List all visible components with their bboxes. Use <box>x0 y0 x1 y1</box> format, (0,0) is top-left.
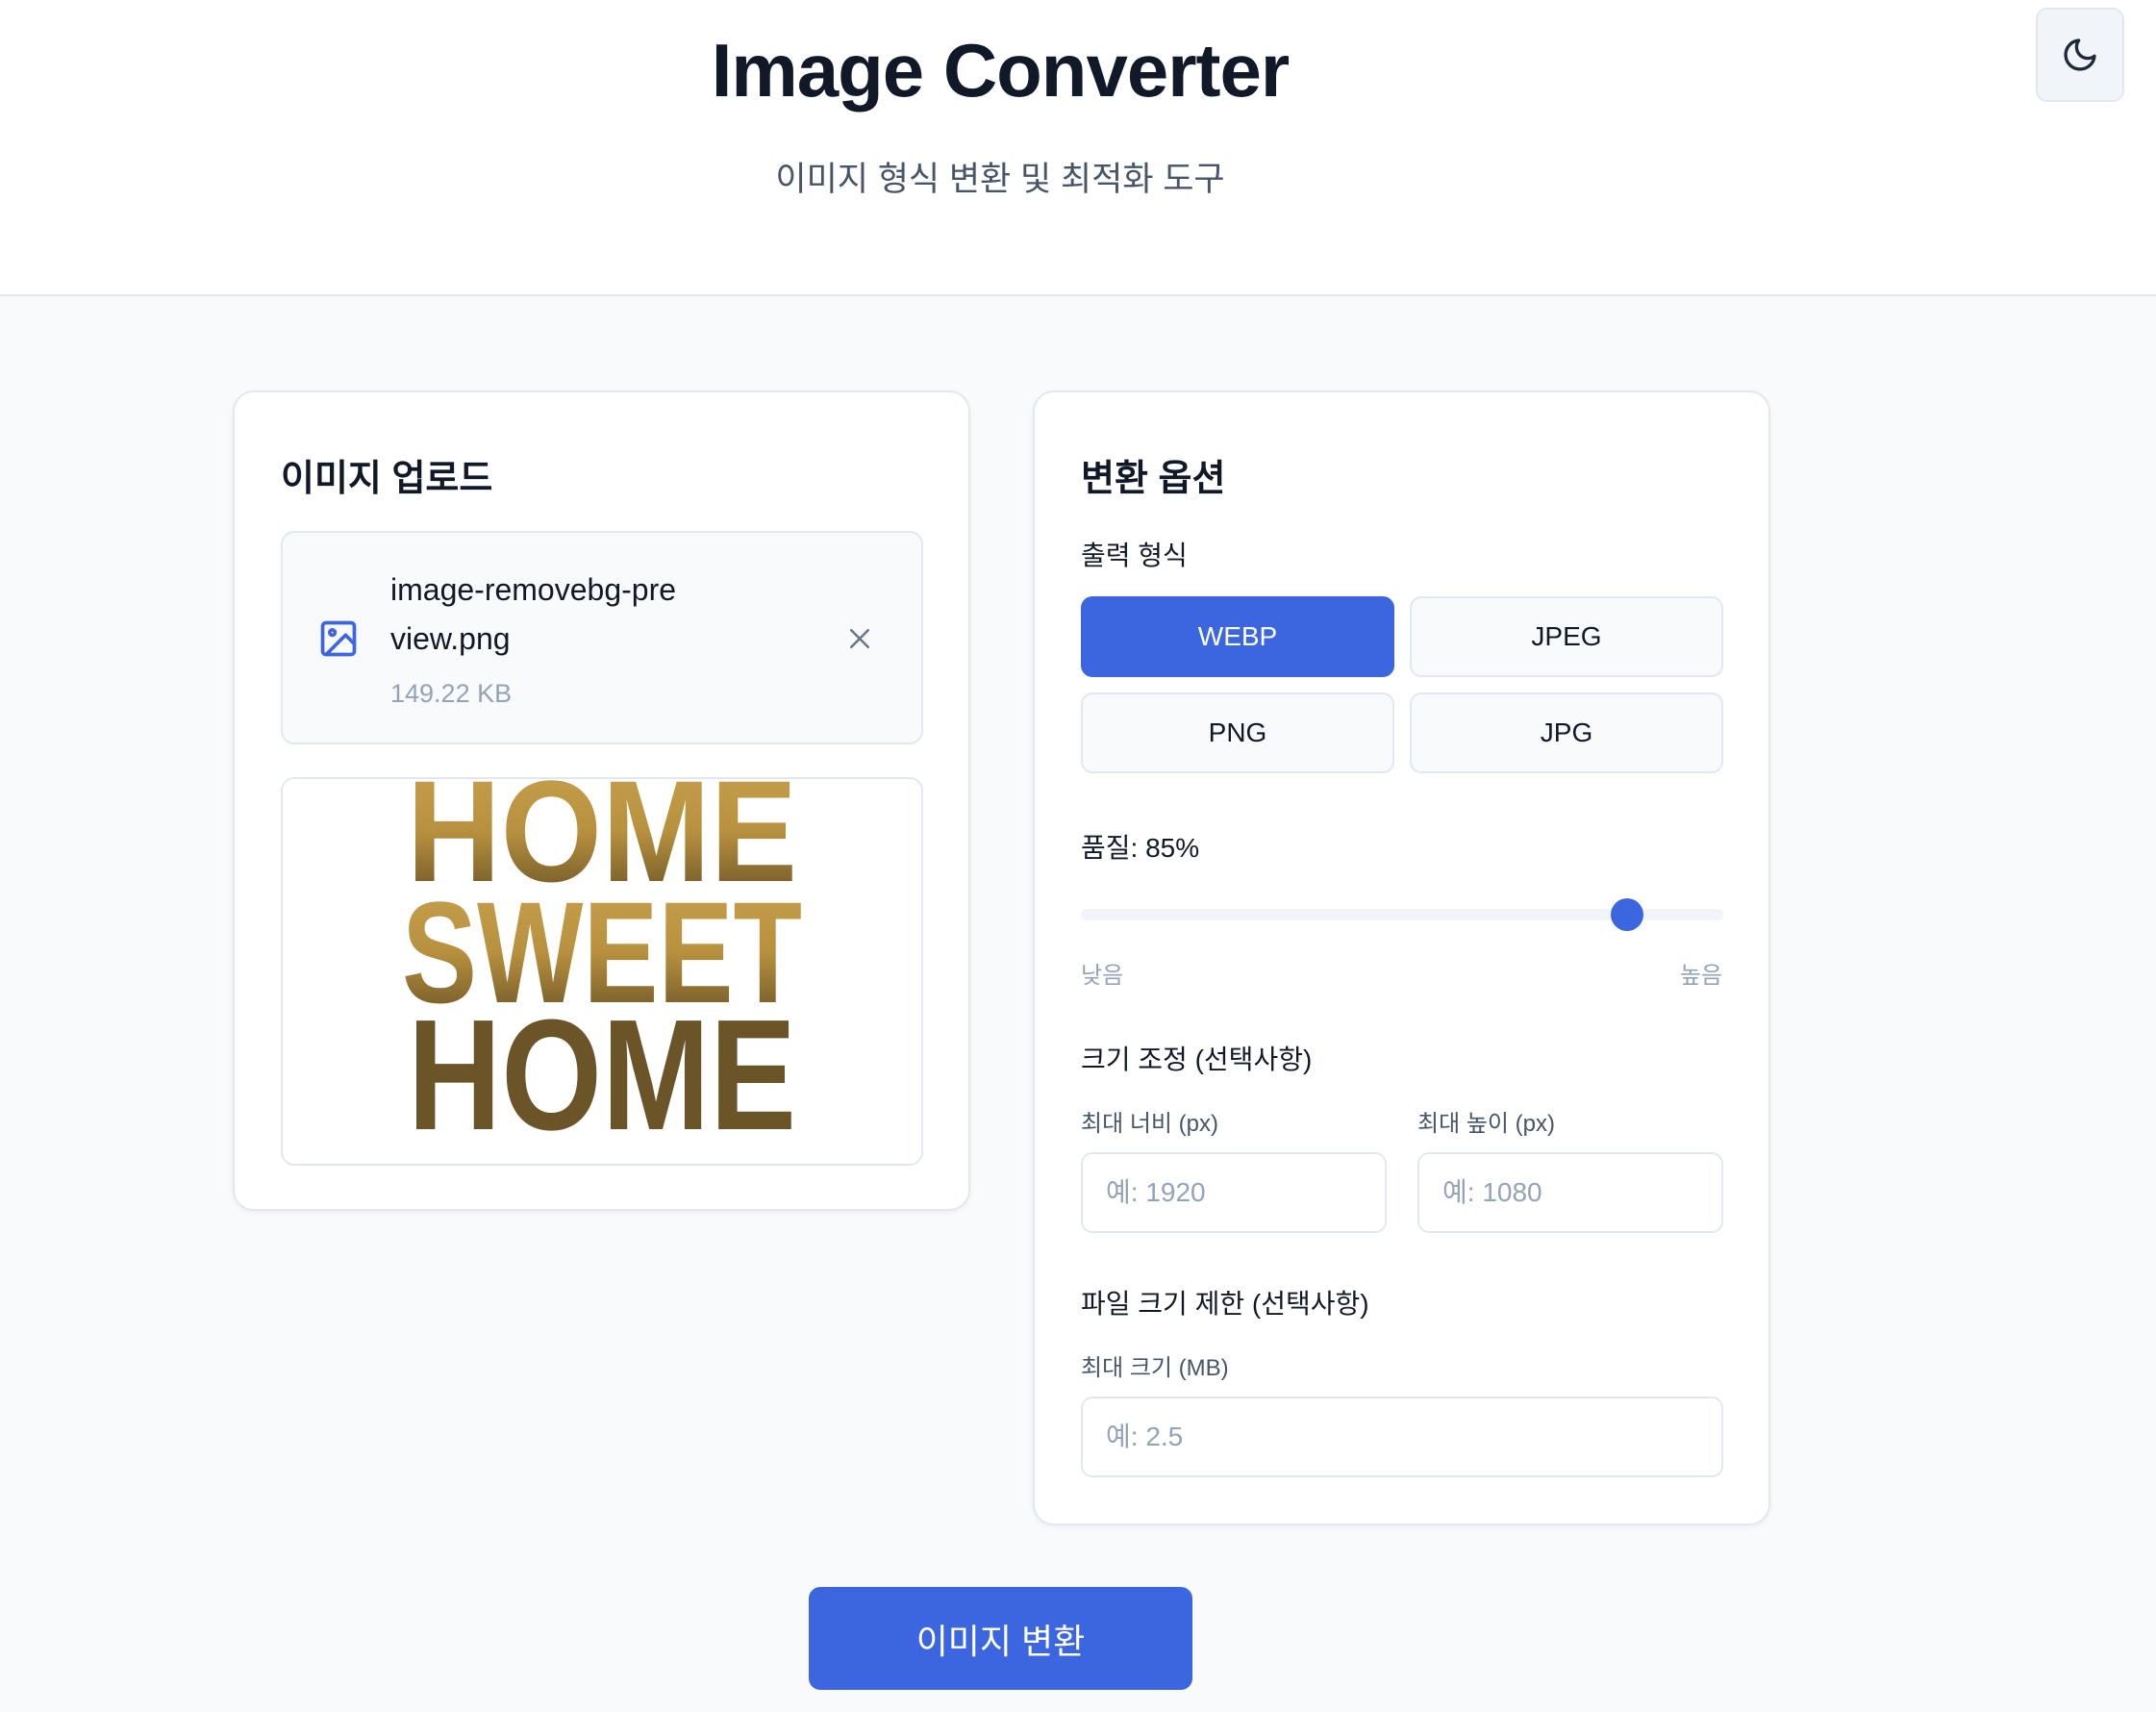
preview-image: HOME SWEET HOME <box>402 779 802 1163</box>
max-size-input[interactable] <box>1081 1397 1723 1477</box>
upload-card: 이미지 업로드 image-removebg-preview.png 149.2… <box>233 390 970 1211</box>
moon-icon <box>2064 38 2096 71</box>
format-png-button[interactable]: PNG <box>1081 692 1394 773</box>
output-format-label: 출력 형식 <box>1081 541 1188 570</box>
format-jpeg-button[interactable]: JPEG <box>1410 596 1723 677</box>
close-icon <box>850 629 869 648</box>
quality-slider[interactable] <box>1081 898 1723 931</box>
upload-card-title: 이미지 업로드 <box>281 459 493 499</box>
options-card: 변환 옵션 출력 형식 WEBP JPEG PNG JPG 품질: 85% 낮음… <box>1033 390 1770 1525</box>
convert-button[interactable]: 이미지 변환 <box>809 1587 1192 1690</box>
max-size-label: 최대 크기 (MB) <box>1081 1355 1229 1381</box>
app-header: Image Converter 이미지 형식 변환 및 최적화 도구 <box>0 0 2156 296</box>
quality-low-label: 낮음 <box>1081 963 1124 989</box>
max-height-label: 최대 높이 (px) <box>1417 1111 1555 1137</box>
preview-line-3: HOME <box>408 987 796 1163</box>
file-name: image-removebg-preview.png <box>390 572 677 656</box>
app-title: Image Converter <box>711 28 1291 113</box>
remove-file-button[interactable] <box>842 621 877 656</box>
image-preview: HOME SWEET HOME <box>281 777 923 1166</box>
app-subtitle: 이미지 형식 변환 및 최적화 도구 <box>775 161 1225 198</box>
format-webp-button[interactable]: WEBP <box>1081 596 1394 677</box>
file-size: 149.22 KB <box>390 679 513 708</box>
max-width-label: 최대 너비 (px) <box>1081 1111 1218 1137</box>
filesize-section-label: 파일 크기 제한 (선택사항) <box>1081 1289 1369 1319</box>
uploaded-file-item: image-removebg-preview.png 149.22 KB <box>281 531 923 744</box>
max-height-input[interactable] <box>1417 1152 1723 1233</box>
options-card-title: 변환 옵션 <box>1081 459 1226 499</box>
theme-toggle-button[interactable] <box>2036 8 2124 102</box>
resize-section-label: 크기 조정 (선택사항) <box>1081 1045 1313 1074</box>
quality-slider-thumb[interactable] <box>1610 898 1643 931</box>
max-width-input[interactable] <box>1081 1152 1387 1233</box>
quality-label: 품질: 85% <box>1081 833 1200 863</box>
image-icon <box>320 620 357 657</box>
format-jpg-button[interactable]: JPG <box>1410 692 1723 773</box>
quality-high-label: 높음 <box>1679 963 1722 989</box>
